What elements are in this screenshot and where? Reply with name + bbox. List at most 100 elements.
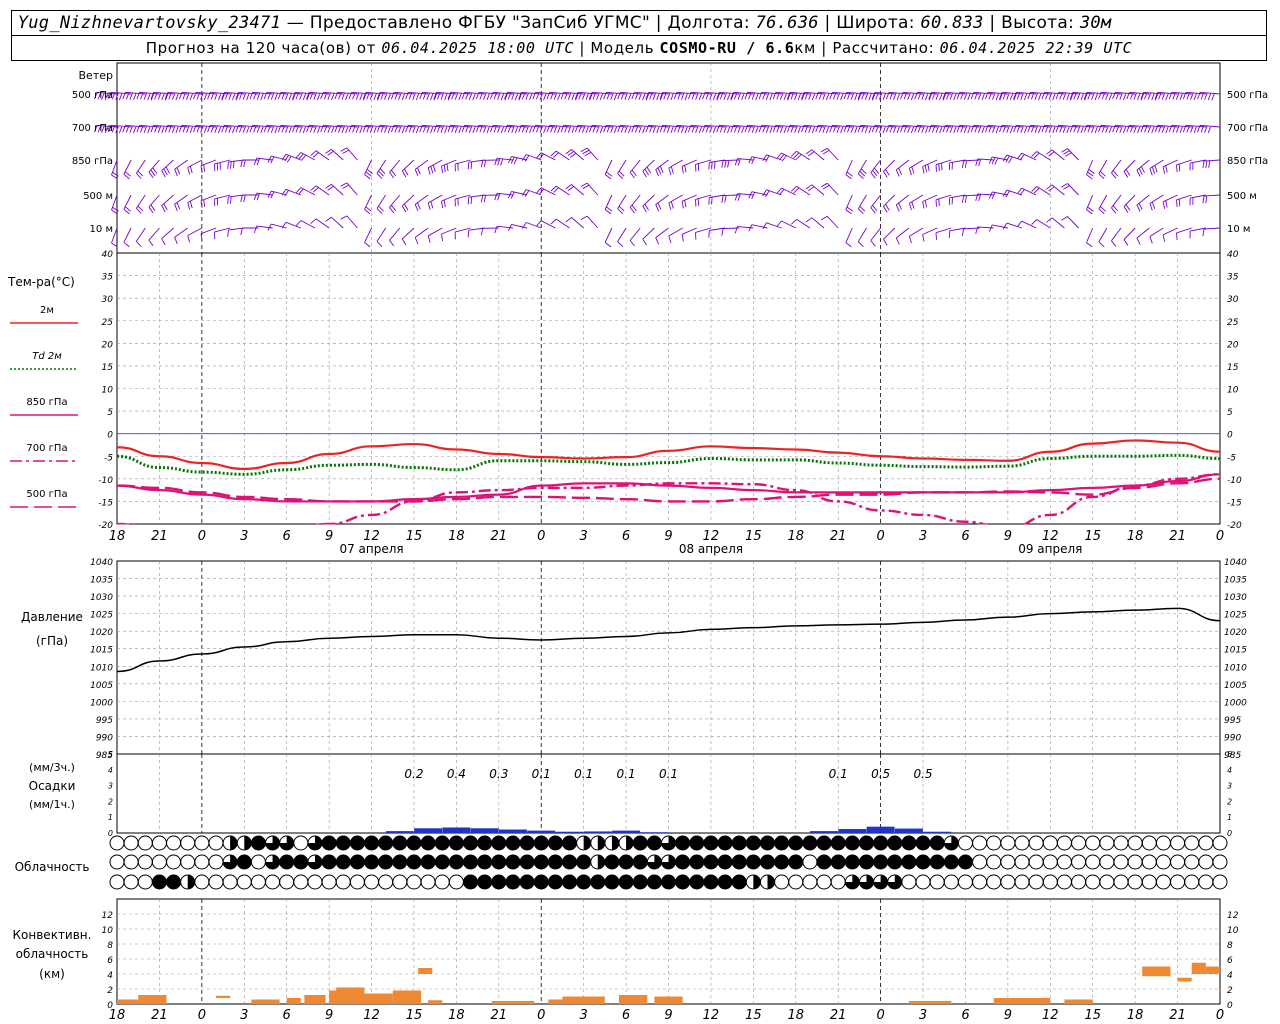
cloud-octa-fill <box>152 875 167 889</box>
precip-title: Осадки <box>29 779 76 793</box>
cloud-octa-circle <box>123 854 139 870</box>
pressure-ytick-right: 1025 <box>1224 611 1247 621</box>
cloud-octa-fill <box>534 836 549 850</box>
conv-ytick-right: 2 <box>1227 986 1233 996</box>
cloud-octa-circle <box>208 874 224 890</box>
wind-barb <box>857 194 867 215</box>
conv-ytick: 6 <box>107 956 113 966</box>
wind-barb <box>1098 227 1108 248</box>
cloud-octa-fill <box>406 855 421 869</box>
cloud-octa-fill <box>675 836 690 850</box>
time-tick-label: 18 <box>787 529 804 544</box>
conv-cloud-bar <box>1205 966 1220 974</box>
time-tick-label-bottom: 18 <box>448 1008 465 1023</box>
cloud-octa-circle <box>1000 874 1016 890</box>
temp-ytick-right: 0 <box>1227 431 1233 441</box>
wind-barb <box>1162 194 1178 209</box>
wind-barb <box>389 194 401 214</box>
cloud-octa-fill <box>887 855 902 869</box>
precip-unit-1h: (мм/1ч.) <box>29 798 75 811</box>
wind-barb <box>187 159 203 175</box>
wind-barb <box>883 227 896 246</box>
cloud-octa-circle <box>1212 835 1228 851</box>
cloud-octa-fill <box>166 875 181 889</box>
precip-value-label: 0.2 <box>404 767 423 781</box>
wind-barb <box>629 194 641 214</box>
wind-barb <box>550 150 570 161</box>
cloud-octa-circle <box>1198 835 1214 851</box>
time-tick-label: 9 <box>1004 529 1012 544</box>
cloud-octa-fill <box>378 836 393 850</box>
conv-ytick: 12 <box>102 911 114 921</box>
cloud-octa-circle <box>1056 874 1072 890</box>
wind-level-label: 500 гПа <box>72 90 113 101</box>
time-tick-label: 6 <box>283 529 291 544</box>
precip-ytick: 1 <box>108 813 113 822</box>
precip-bar <box>414 828 443 833</box>
cloud-octa-fill <box>562 836 577 850</box>
cloud-octa-fill <box>604 855 619 869</box>
cloud-octa-fill <box>520 836 535 850</box>
legend-label: Td 2м <box>32 351 62 362</box>
cloud-octa-circle <box>788 874 804 890</box>
wind-barb <box>536 152 556 161</box>
wind-barb <box>340 147 358 161</box>
conv-ytick: 10 <box>102 926 114 936</box>
wind-barb <box>135 194 146 214</box>
time-tick-label: 18 <box>448 529 465 544</box>
cloud-octa-circle <box>1170 835 1186 851</box>
precip-bar <box>498 829 527 833</box>
frame-wind <box>116 62 1221 254</box>
cloud-octa-fill <box>604 875 619 889</box>
temp-ytick: -15 <box>98 498 113 508</box>
conv-cloud-bar <box>215 995 231 998</box>
wind-barb <box>340 182 358 196</box>
precip-value-label: 0.1 <box>574 767 593 781</box>
wind-level-label-right: 700 гПа <box>1227 123 1268 134</box>
temp-ytick: 20 <box>102 340 114 350</box>
temp-ytick: 10 <box>102 386 114 396</box>
precip-ytick: 3 <box>108 782 113 791</box>
pressure-ytick: 1030 <box>90 593 113 603</box>
wind-barb <box>604 194 613 215</box>
conv-cloud-bar <box>117 999 139 1004</box>
time-tick-label-bottom: 12 <box>363 1008 380 1023</box>
cloud-octa-fill <box>350 855 365 869</box>
cloud-octa-circle <box>774 874 790 890</box>
cloud-octa-circle <box>392 874 408 890</box>
cloud-octa-circle <box>1042 854 1058 870</box>
wind-level-label-right: 500 м <box>1227 191 1257 202</box>
conv-cloud-bar <box>286 998 301 1004</box>
temp-ytick-right: 20 <box>1227 340 1239 350</box>
wind-barb <box>1086 159 1095 180</box>
cloud-octa-circle <box>1085 835 1101 851</box>
wind-barb <box>389 227 401 247</box>
cloud-octa-fill <box>491 836 506 850</box>
cloud-octa-fill <box>675 855 690 869</box>
conv-ytick-right: 0 <box>1227 1001 1233 1011</box>
time-tick-label-bottom: 3 <box>580 1008 588 1023</box>
cloud-octa-fill <box>293 855 308 869</box>
temp-ytick: 25 <box>102 318 114 328</box>
cloud-octa-fill <box>746 855 761 869</box>
pressure-ytick: 995 <box>96 716 113 726</box>
cloud-octa-fill <box>930 836 945 850</box>
legend-label: 2м <box>40 305 54 316</box>
time-tick-label-bottom: 15 <box>745 1008 762 1023</box>
wind-barb <box>1111 194 1122 214</box>
cloud-octa-circle <box>1085 874 1101 890</box>
cloud-octa-fill <box>901 855 916 869</box>
wind-barb <box>1061 148 1079 161</box>
cloud-octa-fill <box>619 875 634 889</box>
temp-ytick: 40 <box>102 250 114 260</box>
wind-barb <box>148 194 160 214</box>
cloud-octa-fill <box>590 875 605 889</box>
wind-barb <box>148 227 160 247</box>
wind-level-label-right: 500 гПа <box>1227 90 1268 101</box>
time-tick-label-bottom: 15 <box>1084 1008 1101 1023</box>
wind-barb <box>1162 159 1178 174</box>
time-tick-label: 0 <box>1216 529 1224 544</box>
cloud-octa-circle <box>1042 835 1058 851</box>
time-tick-label: 6 <box>961 529 969 544</box>
time-tick-label: 15 <box>406 529 423 544</box>
